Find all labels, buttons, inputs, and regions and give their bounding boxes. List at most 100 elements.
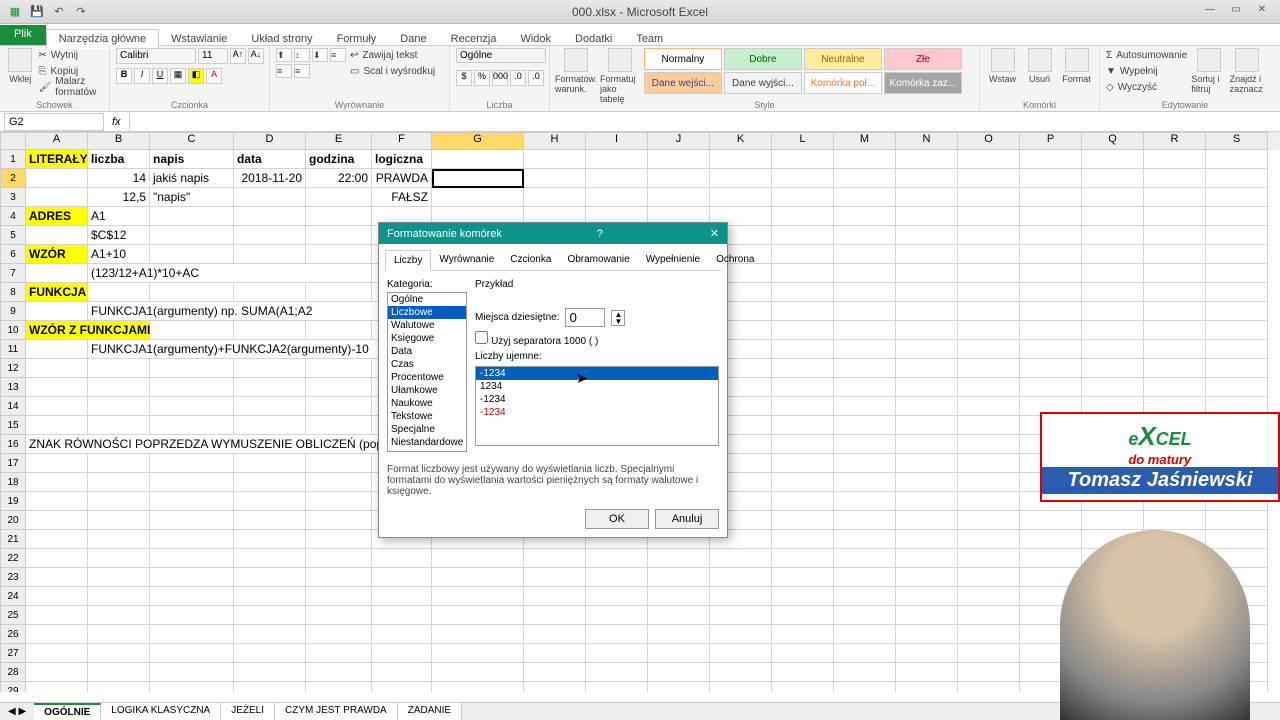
cell[interactable]	[958, 454, 1020, 473]
row-header[interactable]: 5	[0, 226, 26, 245]
name-box[interactable]: G2	[4, 113, 104, 131]
cell[interactable]	[26, 416, 88, 435]
cell[interactable]	[958, 226, 1020, 245]
cell[interactable]	[710, 188, 772, 207]
category-item[interactable]: Czas	[388, 358, 466, 371]
maximize-icon[interactable]: ▭	[1224, 4, 1248, 20]
increase-decimal-icon[interactable]: .0	[510, 70, 526, 86]
cell[interactable]	[958, 682, 1020, 692]
cell[interactable]	[1020, 264, 1082, 283]
cell[interactable]	[834, 226, 896, 245]
cell[interactable]	[710, 169, 772, 188]
column-header[interactable]: E	[306, 132, 372, 150]
cell[interactable]	[648, 188, 710, 207]
cell[interactable]	[150, 359, 234, 378]
cell[interactable]	[150, 587, 234, 606]
cell[interactable]	[26, 340, 88, 359]
cell[interactable]	[772, 435, 834, 454]
cell[interactable]	[896, 454, 958, 473]
cell[interactable]: A1+10	[88, 245, 150, 264]
dialog-tab[interactable]: Liczby	[385, 250, 431, 271]
cell[interactable]	[1082, 169, 1144, 188]
decrease-decimal-icon[interactable]: .0	[528, 70, 544, 86]
cell[interactable]	[772, 625, 834, 644]
column-header[interactable]: M	[834, 132, 896, 150]
category-item[interactable]: Procentowe	[388, 371, 466, 384]
cell[interactable]	[306, 663, 372, 682]
row-header[interactable]: 23	[0, 568, 26, 587]
column-header[interactable]: I	[586, 132, 648, 150]
row-header[interactable]: 2	[0, 169, 26, 188]
row-header[interactable]: 21	[0, 530, 26, 549]
cell[interactable]	[834, 359, 896, 378]
file-tab[interactable]: Plik	[0, 25, 46, 45]
row-header[interactable]: 13	[0, 378, 26, 397]
cell[interactable]	[306, 207, 372, 226]
cell[interactable]	[432, 188, 524, 207]
category-item[interactable]: Tekstowe	[388, 410, 466, 423]
cell-style-item[interactable]: Komórka zaz...	[884, 72, 962, 94]
negative-format-item[interactable]: -1234	[476, 406, 718, 419]
cell[interactable]	[772, 492, 834, 511]
cell[interactable]	[26, 568, 88, 587]
row-header[interactable]: 1	[0, 150, 26, 169]
cell[interactable]	[88, 454, 150, 473]
category-item[interactable]: Ogólne	[388, 293, 466, 306]
cell[interactable]	[834, 435, 896, 454]
cell[interactable]	[896, 378, 958, 397]
close-icon[interactable]: ✕	[1250, 4, 1274, 20]
cell[interactable]: ADRES	[26, 207, 88, 226]
cell[interactable]	[710, 682, 772, 692]
cell[interactable]	[234, 606, 306, 625]
cell[interactable]	[896, 511, 958, 530]
cell[interactable]	[772, 511, 834, 530]
wrap-text-button[interactable]: ↩Zawijaj tekst	[350, 48, 435, 62]
cell[interactable]	[306, 416, 372, 435]
cell[interactable]	[26, 511, 88, 530]
cell[interactable]	[772, 169, 834, 188]
cell[interactable]	[896, 150, 958, 169]
cell[interactable]	[1206, 188, 1268, 207]
cell[interactable]	[1206, 340, 1268, 359]
cell[interactable]	[524, 549, 586, 568]
cell[interactable]	[834, 568, 896, 587]
cell[interactable]	[958, 397, 1020, 416]
cell-style-item[interactable]: Dane wyjści...	[724, 72, 802, 94]
cell[interactable]	[1020, 359, 1082, 378]
cell[interactable]	[834, 340, 896, 359]
cell[interactable]	[834, 492, 896, 511]
cell[interactable]	[1082, 264, 1144, 283]
cell[interactable]	[958, 378, 1020, 397]
cell[interactable]	[1020, 207, 1082, 226]
cell[interactable]	[306, 378, 372, 397]
sheet-nav-icon[interactable]: ◀ ▶	[0, 706, 34, 717]
cell[interactable]	[772, 283, 834, 302]
cell[interactable]	[772, 207, 834, 226]
cell[interactable]	[958, 359, 1020, 378]
cell[interactable]	[26, 264, 88, 283]
cell[interactable]	[234, 644, 306, 663]
cell[interactable]: LITERAŁY	[26, 150, 88, 169]
cell[interactable]	[234, 530, 306, 549]
cell[interactable]	[834, 150, 896, 169]
cell[interactable]	[234, 207, 306, 226]
cell[interactable]	[306, 530, 372, 549]
cell[interactable]	[772, 226, 834, 245]
cell[interactable]	[372, 606, 432, 625]
cell[interactable]: data	[234, 150, 306, 169]
column-header[interactable]: B	[88, 132, 150, 150]
cell[interactable]	[432, 682, 524, 692]
row-header[interactable]: 26	[0, 625, 26, 644]
cell[interactable]	[648, 644, 710, 663]
cell[interactable]	[88, 397, 150, 416]
cell[interactable]	[26, 663, 88, 682]
cell[interactable]	[524, 188, 586, 207]
cell[interactable]	[772, 359, 834, 378]
cell[interactable]	[958, 606, 1020, 625]
cell[interactable]	[1020, 169, 1082, 188]
cell[interactable]	[1144, 226, 1206, 245]
sheet-tab[interactable]: ZADANIE	[398, 703, 462, 720]
cell[interactable]	[958, 340, 1020, 359]
cell[interactable]	[88, 644, 150, 663]
cell[interactable]	[432, 606, 524, 625]
